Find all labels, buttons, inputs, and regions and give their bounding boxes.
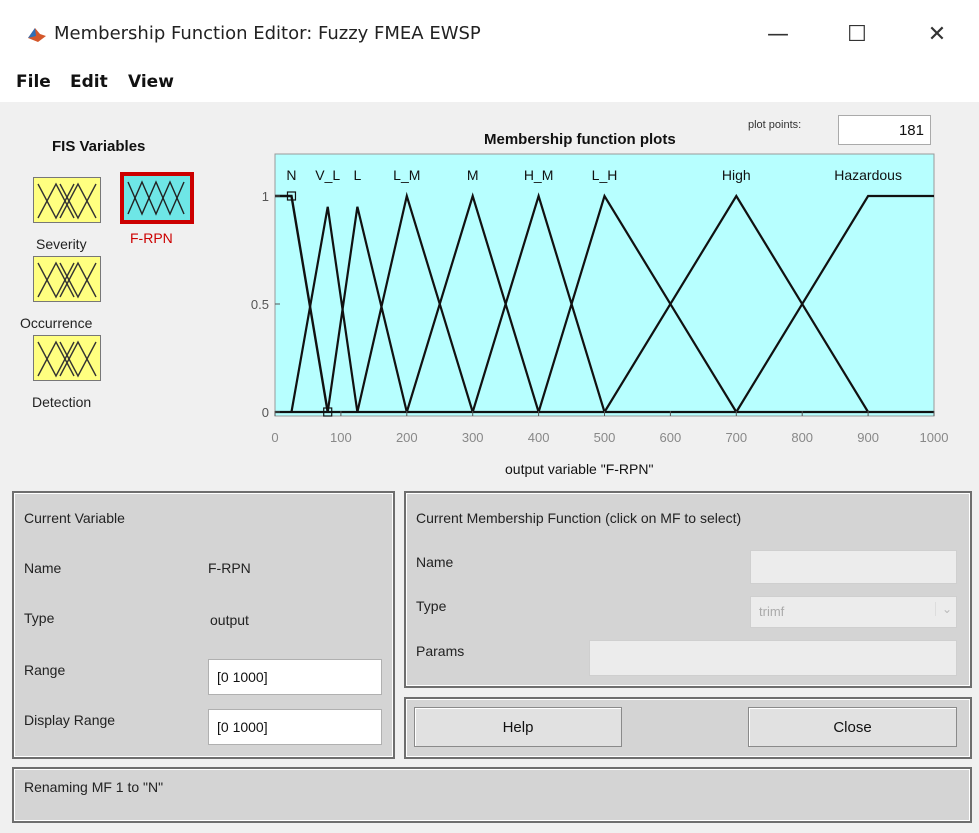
severity-label: Severity	[36, 236, 87, 252]
range-label: Range	[24, 662, 66, 678]
matlab-app-icon	[26, 24, 48, 46]
y-tick-label: 0	[262, 405, 269, 420]
display-range-input[interactable]: [0 1000]	[208, 709, 382, 745]
range-input[interactable]: [0 1000]	[208, 659, 382, 695]
menu-view[interactable]: View	[128, 72, 174, 92]
menu-edit[interactable]: Edit	[70, 72, 108, 92]
mf-label-l-m: L_M	[393, 167, 420, 183]
x-tick-label: 300	[462, 430, 484, 445]
status-message: Renaming MF 1 to "N"	[24, 779, 164, 795]
display-range-label: Display Range	[24, 712, 116, 728]
mf-triangles-icon	[37, 261, 97, 299]
membership-function-plot[interactable]: N V_L L L_M M H_M L_H High Hazardous 1 0.5 00 100 200…	[240, 150, 960, 486]
x-tick-label: 200	[396, 430, 418, 445]
x-tick-label: 1000	[920, 430, 949, 445]
mf-label-hazardous: Hazardous	[834, 167, 902, 183]
mf-params-label: Params	[416, 643, 465, 659]
y-tick-label: 0.5	[251, 297, 269, 312]
plot-points-label: plot points:	[748, 119, 802, 131]
mf-name-label: Name	[416, 554, 454, 570]
mf-type-label: Type	[416, 598, 447, 614]
variable-type-value: output	[210, 612, 249, 628]
window-title: Membership Function Editor: Fuzzy FMEA E…	[54, 23, 481, 44]
mf-label-v-l: V_L	[315, 167, 340, 183]
help-button[interactable]: Help	[414, 707, 622, 747]
x-tick-label: 800	[791, 430, 813, 445]
plot-points-input[interactable]: 181	[838, 115, 931, 145]
x-tick-label: 600	[660, 430, 682, 445]
y-tick-label: 1	[262, 189, 269, 204]
mf-name-input[interactable]	[750, 550, 957, 584]
maximize-button[interactable]: ☐	[834, 14, 880, 54]
mf-label-l-h: L_H	[592, 167, 618, 183]
mf-label-h-m: H_M	[524, 167, 554, 183]
x-tick-label: 700	[725, 430, 747, 445]
chevron-down-icon: ⌄	[934, 602, 952, 616]
severity-variable-icon[interactable]	[33, 177, 101, 223]
mf-label-n: N	[286, 167, 296, 183]
plot-area	[274, 153, 935, 417]
mf-label-m: M	[467, 167, 479, 183]
variable-name-value: F-RPN	[208, 560, 251, 576]
minimize-button[interactable]: —	[755, 14, 801, 54]
mf-triangles-icon	[37, 340, 97, 378]
x-axis-label: output variable "F-RPN"	[505, 461, 654, 477]
x-tick-label: 500	[594, 430, 616, 445]
mf-params-input[interactable]	[589, 640, 957, 676]
close-button[interactable]: Close	[748, 707, 957, 747]
mf-triangles-icon	[37, 182, 97, 220]
mf-type-value: trimf	[759, 604, 785, 619]
occurrence-label: Occurrence	[20, 315, 93, 331]
plot-title: Membership function plots	[484, 131, 676, 148]
variable-type-label: Type	[24, 610, 55, 626]
occurrence-variable-icon[interactable]	[33, 256, 101, 302]
x-tick-label: 400	[528, 430, 550, 445]
f-rpn-label: F-RPN	[130, 230, 173, 246]
mf-label-high: High	[722, 167, 751, 183]
mf-type-select[interactable]: trimf ⌄	[750, 596, 957, 628]
current-mf-title: Current Membership Function (click on MF…	[416, 510, 742, 526]
x-tick-label: 0	[271, 430, 278, 445]
x-tick-label: 900	[857, 430, 879, 445]
close-window-button[interactable]: ✕	[914, 14, 960, 54]
mf-label-l: L	[353, 167, 361, 183]
current-variable-title: Current Variable	[24, 510, 125, 526]
detection-label: Detection	[32, 394, 92, 410]
variable-name-label: Name	[24, 560, 62, 576]
menu-file[interactable]: File	[16, 72, 51, 92]
x-tick-label: 100	[330, 430, 352, 445]
f-rpn-variable-icon[interactable]	[120, 172, 194, 224]
detection-variable-icon[interactable]	[33, 335, 101, 381]
mf-triangles-icon	[127, 180, 185, 216]
status-panel	[12, 767, 972, 823]
fis-variables-title: FIS Variables	[52, 138, 146, 155]
